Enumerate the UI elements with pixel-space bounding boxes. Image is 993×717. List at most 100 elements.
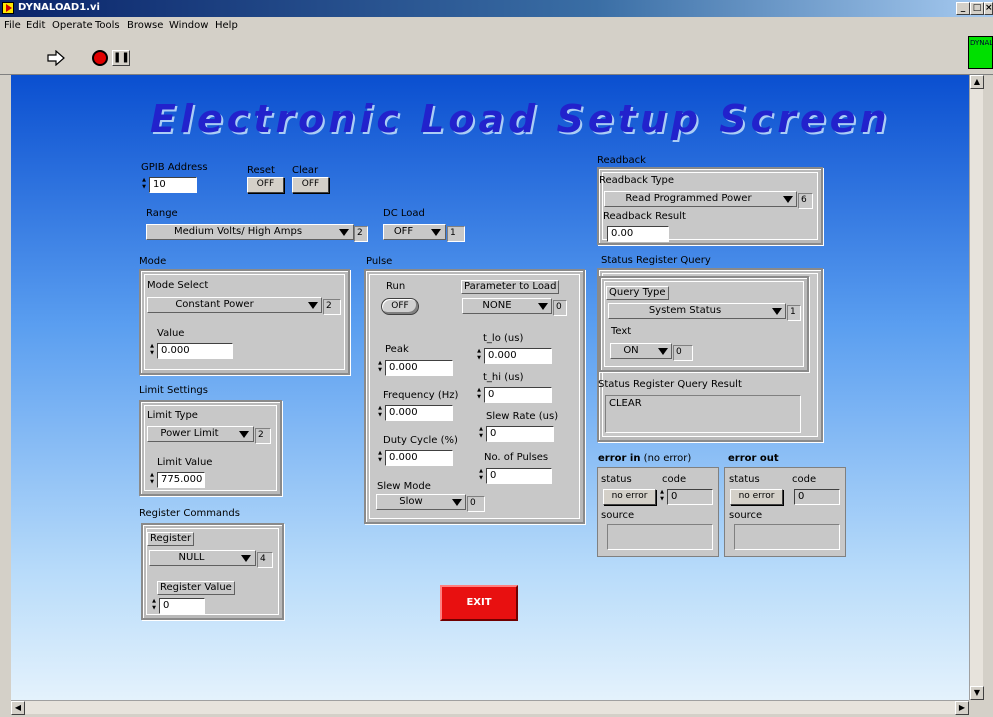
query-result-display: CLEAR — [605, 395, 801, 433]
window-titlebar: DYNALOAD1.vi _ □ × — [0, 0, 993, 17]
readback-cluster-label: Readback — [597, 155, 646, 166]
chevron-down-icon — [241, 555, 251, 562]
maximize-icon[interactable]: □ — [970, 2, 984, 15]
scroll-up-icon[interactable]: ▲ — [970, 75, 984, 89]
error-out-code-display: 0 — [794, 489, 840, 505]
pause-icon[interactable]: ❚❚ — [112, 50, 130, 66]
duty-cycle-spinner-icon[interactable] — [377, 450, 383, 466]
mode-value-label: Value — [157, 328, 185, 339]
limit-value-spinner-icon[interactable] — [149, 472, 155, 488]
chevron-down-icon — [452, 499, 462, 506]
slew-mode-ring[interactable]: Slow — [376, 494, 466, 510]
register-index: 4 — [257, 552, 273, 568]
close-icon[interactable]: × — [984, 2, 993, 15]
abort-icon[interactable] — [92, 50, 108, 66]
menu-browse[interactable]: Browse — [127, 20, 163, 31]
mode-value-input[interactable]: 0.000 — [157, 343, 233, 359]
menu-edit[interactable]: Edit — [26, 20, 45, 31]
menu-tools[interactable]: Tools — [95, 20, 120, 31]
limit-type-value: Power Limit — [160, 428, 219, 439]
range-value: Medium Volts/ High Amps — [173, 226, 303, 237]
menu-operate[interactable]: Operate — [52, 20, 93, 31]
horizontal-scrollbar[interactable]: ◀ ▶ — [11, 700, 969, 715]
run-label: Run — [386, 281, 406, 292]
error-out-code-label: code — [792, 474, 817, 485]
mode-select-label: Mode Select — [147, 280, 209, 291]
register-value-spinner-icon[interactable] — [151, 598, 157, 614]
query-type-label: Query Type — [606, 286, 669, 300]
chevron-down-icon — [431, 229, 441, 236]
error-in-source-input[interactable] — [607, 524, 713, 550]
error-in-code-spinner-icon[interactable] — [659, 489, 665, 505]
error-out-source-display — [734, 524, 840, 550]
thi-spinner-icon[interactable] — [476, 387, 482, 403]
peak-label: Peak — [385, 344, 409, 355]
scroll-down-icon[interactable]: ▼ — [970, 686, 984, 700]
gpib-spinner-icon[interactable] — [141, 177, 147, 193]
limit-cluster-label: Limit Settings — [139, 385, 208, 396]
readback-type-ring[interactable]: Read Programmed Power — [604, 191, 797, 207]
reset-button[interactable]: OFF — [247, 177, 284, 193]
mode-select-value: Constant Power — [175, 299, 254, 310]
readback-result-display: 0.00 — [607, 226, 669, 242]
scroll-right-icon[interactable]: ▶ — [955, 701, 969, 715]
error-in-label-rest: (no error) — [640, 453, 692, 464]
peak-spinner-icon[interactable] — [377, 360, 383, 376]
slew-rate-spinner-icon[interactable] — [478, 426, 484, 442]
slew-mode-index: 0 — [467, 496, 485, 512]
error-out-label: error out — [728, 453, 779, 464]
pulses-spinner-icon[interactable] — [478, 468, 484, 484]
tlo-input[interactable]: 0.000 — [484, 348, 552, 364]
minimize-icon[interactable]: _ — [956, 2, 970, 15]
text-ring[interactable]: ON — [610, 343, 672, 359]
pulses-input[interactable]: 0 — [486, 468, 552, 484]
labview-vi-icon — [2, 2, 14, 14]
error-in-code-input[interactable]: 0 — [667, 489, 713, 505]
mode-select-ring[interactable]: Constant Power — [147, 297, 322, 313]
mode-select-index: 2 — [323, 299, 341, 315]
frequency-input[interactable]: 0.000 — [385, 405, 453, 421]
scroll-left-icon[interactable]: ◀ — [11, 701, 25, 715]
exit-button[interactable]: EXIT — [440, 585, 518, 621]
register-ring[interactable]: NULL — [149, 550, 256, 566]
register-value-input[interactable]: 0 — [159, 598, 205, 614]
window-frame — [0, 75, 11, 717]
duty-cycle-input[interactable]: 0.000 — [385, 450, 453, 466]
readback-type-index: 6 — [798, 193, 813, 209]
range-index: 2 — [354, 226, 368, 242]
param-to-load-ring[interactable]: NONE — [462, 298, 552, 314]
param-to-load-value: NONE — [482, 300, 512, 311]
register-value: NULL — [178, 552, 205, 563]
vertical-scrollbar[interactable]: ▲ ▼ — [969, 75, 984, 700]
limit-type-ring[interactable]: Power Limit — [147, 426, 254, 442]
tlo-spinner-icon[interactable] — [476, 348, 482, 364]
limit-value-input[interactable]: 775.000 — [157, 472, 205, 488]
thi-input[interactable]: 0 — [484, 387, 552, 403]
error-in-label-bold: error in — [598, 453, 641, 464]
peak-input[interactable]: 0.000 — [385, 360, 453, 376]
menu-window[interactable]: Window — [169, 20, 208, 31]
limit-type-index: 2 — [255, 428, 271, 444]
dc-load-ring[interactable]: OFF — [383, 224, 446, 240]
query-type-ring[interactable]: System Status — [608, 303, 786, 319]
slew-rate-input[interactable]: 0 — [486, 426, 554, 442]
vi-connector-icon: DYNALOAD — [968, 36, 993, 69]
pulses-label: No. of Pulses — [484, 452, 549, 463]
query-result-label: Status Register Query Result — [598, 379, 742, 390]
menu-file[interactable]: File — [4, 20, 21, 31]
mode-value-spinner-icon[interactable] — [149, 343, 155, 359]
reset-label: Reset — [247, 165, 275, 176]
range-ring[interactable]: Medium Volts/ High Amps — [146, 224, 354, 240]
error-in-status-button[interactable]: no error — [603, 489, 656, 505]
frequency-spinner-icon[interactable] — [377, 405, 383, 421]
menu-help[interactable]: Help — [215, 20, 238, 31]
run-toggle[interactable]: OFF — [381, 298, 419, 315]
register-value-label: Register Value — [157, 581, 235, 595]
run-arrow-icon[interactable] — [46, 50, 66, 66]
slew-mode-label: Slew Mode — [377, 481, 431, 492]
tlo-label: t_lo (us) — [483, 333, 524, 344]
error-in-status-label: status — [601, 474, 632, 485]
clear-button[interactable]: OFF — [292, 177, 329, 193]
gpib-address-input[interactable]: 10 — [149, 177, 197, 193]
status-query-cluster-label: Status Register Query — [601, 255, 711, 266]
